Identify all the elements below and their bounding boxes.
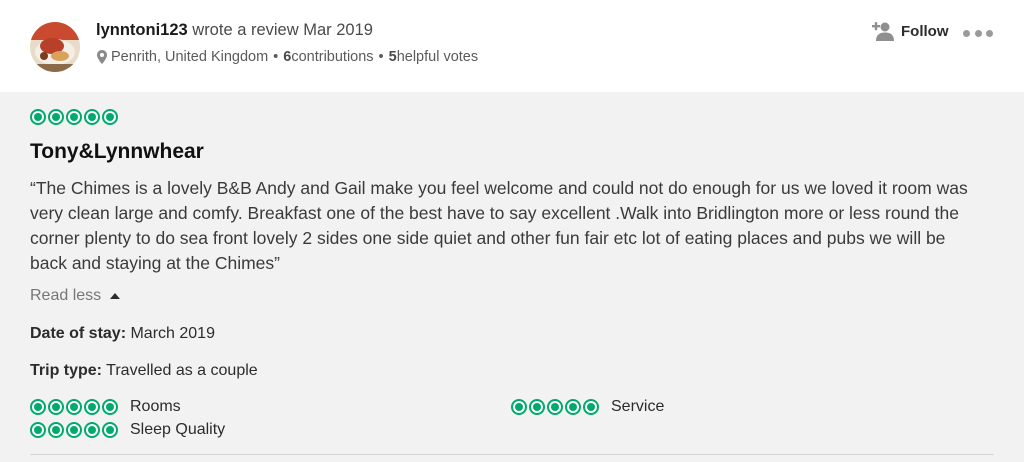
meta-separator: • [378, 49, 384, 65]
trip-type-value: Travelled as a couple [102, 362, 258, 379]
rating-bubble-icon [30, 109, 46, 125]
avatar[interactable] [30, 22, 80, 72]
contributions-count: 6 [283, 49, 292, 65]
rating-bubble-icon [583, 399, 599, 415]
rating-bubble-icon [48, 422, 64, 438]
rating-bubble-icon [30, 399, 46, 415]
more-options-icon[interactable] [963, 28, 993, 38]
rating-bubble-icon [84, 399, 100, 415]
date-of-stay: Date of stay: March 2019 [30, 325, 215, 343]
review-body: Tony&Lynnwhear “The Chimes is a lovely B… [0, 92, 1024, 462]
rating-bubble-icon [102, 109, 118, 125]
rating-bubble-icon [565, 399, 581, 415]
more-dot [986, 29, 993, 37]
rating-bubble-icon [30, 422, 46, 438]
rating-bubble-icon [48, 399, 64, 415]
review-text: “The Chimes is a lovely B&B Andy and Gai… [30, 178, 968, 273]
more-dot [974, 29, 982, 37]
follow-button[interactable]: Follow [872, 21, 949, 41]
rating-bubble-icon [102, 399, 118, 415]
date-of-stay-label: Date of stay: [30, 325, 127, 342]
trip-type: Trip type: Travelled as a couple [30, 362, 258, 380]
add-user-icon [872, 22, 894, 41]
review-action-text: wrote a review Mar 2019 [187, 21, 373, 39]
rating-bubble-icon [84, 422, 100, 438]
rating-bubble-icon [102, 422, 118, 438]
meta-separator: • [273, 49, 279, 65]
rating-bubble-icon [84, 109, 100, 125]
sleep-quality-rating [30, 422, 118, 438]
review-title[interactable]: Tony&Lynnwhear [30, 140, 204, 164]
follow-label: Follow [901, 22, 949, 40]
service-rating [511, 399, 599, 415]
sub-rating-rooms: Rooms [30, 398, 181, 416]
sub-rating-label: Rooms [130, 398, 181, 415]
more-dot [963, 29, 970, 37]
rating-bubble-icon [66, 422, 82, 438]
read-less-label: Read less [30, 287, 102, 304]
reviewer-meta: Penrith, United Kingdom • 6 contribution… [97, 49, 478, 65]
username-link[interactable]: lynntoni123 [96, 21, 188, 39]
sub-rating-service: Service [511, 398, 664, 416]
map-pin-icon [97, 50, 107, 64]
sub-rating-label: Service [611, 398, 665, 415]
rating-bubble-icon [66, 109, 82, 125]
reviewer-location: Penrith, United Kingdom [111, 49, 269, 65]
contributions-label: contributions [291, 49, 374, 65]
rooms-rating [30, 399, 118, 415]
author-line: lynntoni123 wrote a review Mar 2019 [96, 21, 373, 40]
sub-rating-sleep-quality: Sleep Quality [30, 421, 225, 439]
helpful-votes-label: helpful votes [396, 49, 479, 65]
trip-type-label: Trip type: [30, 362, 103, 379]
date-of-stay-value: March 2019 [126, 325, 215, 342]
rating-bubble-icon [529, 399, 545, 415]
rating-bubble-icon [547, 399, 563, 415]
caret-up-icon [110, 293, 121, 299]
review-header: lynntoni123 wrote a review Mar 2019 Penr… [0, 0, 1024, 92]
rating-bubble-icon [511, 399, 527, 415]
rating-bubble-icon [48, 109, 64, 125]
helpful-votes-count: 5 [388, 49, 397, 65]
sub-rating-label: Sleep Quality [130, 421, 226, 438]
review-rating [30, 109, 118, 125]
rating-bubble-icon [66, 399, 82, 415]
read-less-link[interactable]: Read less [30, 287, 121, 305]
divider [30, 454, 994, 455]
